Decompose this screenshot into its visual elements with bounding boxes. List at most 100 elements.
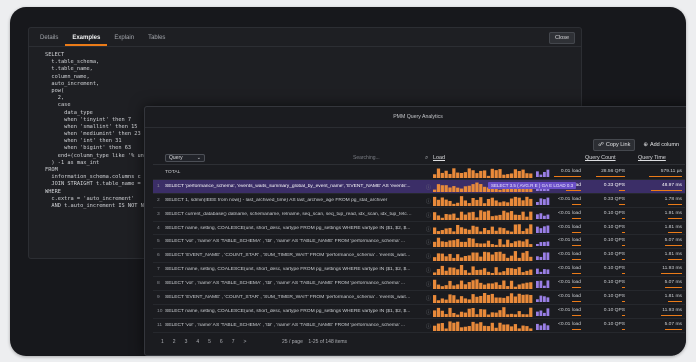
table-row[interactable]: 9 SELECT 'EVENT_NAME' , 'COUNT_STAR' , 'S… [153, 291, 685, 305]
load-column-header[interactable]: Load [433, 155, 445, 161]
table-row[interactable]: 10 SELECT name, setting, COALESCE(unit, s… [153, 305, 685, 319]
table-row[interactable]: 3 SELECT current_database() datname, sche… [153, 208, 685, 222]
spark-bar [440, 253, 444, 262]
mini-bar [539, 325, 543, 330]
mini-bar [539, 174, 543, 177]
mini-bar [539, 242, 543, 247]
spark-bar [475, 296, 479, 304]
spark-bar [433, 279, 437, 290]
tab-examples[interactable]: Examples [65, 35, 108, 46]
spark-bar [486, 210, 491, 220]
page-7-button[interactable]: 7 [232, 339, 235, 345]
table-row[interactable]: 7 SELECT name, setting, COALESCE(unit, sh… [153, 263, 685, 278]
table-row[interactable]: 5 SELECT 'vol' , 'name' AS 'TABLE_SCHEMA'… [153, 235, 685, 250]
load-distribution [536, 210, 550, 219]
spark-bar [479, 282, 483, 290]
mini-bar [539, 257, 543, 261]
spark-bar [486, 283, 491, 290]
total-row[interactable]: TOTAL 0.01 load 28.56 QPS 579.11 µs [153, 166, 685, 180]
page-1-button[interactable]: 1 [161, 339, 164, 345]
query-count-column-header[interactable]: Query Count [585, 155, 616, 161]
spark-bar [498, 272, 502, 276]
mini-bar [536, 268, 539, 275]
load-distribution [536, 293, 550, 303]
spark-bar [513, 214, 518, 220]
page-6-button[interactable]: 6 [220, 339, 223, 345]
page-5-button[interactable]: 5 [208, 339, 211, 345]
dimension-select[interactable]: Query ⌄ [165, 154, 205, 162]
tab-tables[interactable]: Tables [141, 35, 172, 46]
query-count-bar [621, 259, 625, 261]
info-icon: ⓘ [426, 199, 431, 205]
row-number: 6 [157, 253, 160, 259]
info-icon: ⓘ [426, 227, 431, 233]
next-page-button[interactable]: > [243, 339, 246, 345]
spark-bar [444, 313, 448, 317]
spark-bar [448, 173, 452, 178]
spark-bar [471, 211, 475, 220]
spark-bar [517, 267, 521, 276]
load-distribution [536, 279, 550, 289]
dimension-select-value: Query [169, 155, 183, 161]
spark-bar [521, 272, 525, 276]
search-input[interactable]: Searching... [353, 155, 433, 161]
spark-bar [475, 279, 479, 290]
load-tooltip: SELECT 3.5 ( AVG.R E ) GA E LOAD 0.3 [488, 181, 577, 189]
load-distribution [536, 265, 550, 275]
spark-bar [513, 286, 518, 290]
mini-bar [543, 198, 546, 205]
mini-bar [546, 252, 550, 261]
page-4-button[interactable]: 4 [196, 339, 199, 345]
query-count-bar [618, 203, 625, 205]
add-column-button[interactable]: ⊕ Add column [643, 139, 679, 151]
page-2-button[interactable]: 2 [173, 339, 176, 345]
load-bar [572, 231, 581, 233]
spark-bar [471, 266, 475, 276]
plus-circle-icon: ⊕ [643, 142, 648, 148]
spark-bar [433, 211, 437, 220]
query-table: TOTAL 0.01 load 28.56 QPS 579.11 µs 1 SELECT … [153, 166, 685, 333]
spark-bar [502, 254, 506, 262]
mini-bar [546, 280, 550, 289]
spark-bar [448, 281, 452, 290]
table-row[interactable]: 4 SELECT name, setting, COALESCE(unit, sh… [153, 222, 685, 236]
spark-bar [452, 168, 456, 178]
spark-bar [494, 245, 498, 248]
spark-bar [467, 212, 471, 220]
mini-bar [539, 295, 543, 303]
spark-bar [452, 285, 456, 290]
table-row[interactable]: 2 SELECT 1, sdmin(IEEE from now() - last_… [153, 194, 685, 208]
mini-bar [546, 269, 550, 275]
add-column-label: Add column [649, 142, 679, 148]
copy-link-button[interactable]: ☍ Copy Link [593, 139, 636, 151]
spark-bar [433, 325, 437, 331]
query-time-column-header[interactable]: Query Time [638, 155, 666, 161]
page-size-select[interactable]: 25 / page [282, 339, 303, 345]
load-bar [572, 273, 581, 275]
table-row[interactable]: 6 SELECT 'EVENT_NAME' , 'COUNT_STAR' , 'S… [153, 249, 685, 264]
spark-bar [483, 252, 487, 262]
spark-bar [444, 328, 448, 331]
spark-bar [448, 267, 452, 276]
spark-bar [440, 310, 444, 317]
spark-bar [509, 210, 514, 220]
spark-bar [459, 265, 464, 276]
spark-bar [509, 326, 514, 331]
spark-bar [506, 268, 510, 276]
table-row[interactable]: 11 SELECT 'vol' , 'name' AS 'TABLE_SCHEMA… [153, 319, 685, 333]
query-count-value: 28.56 QPS [601, 169, 625, 174]
load-value: 0.01 load [560, 169, 581, 174]
spark-bar [436, 215, 441, 220]
copy-link-label: Copy Link [605, 142, 631, 148]
page-3-button[interactable]: 3 [185, 339, 188, 345]
spark-bar [436, 184, 441, 192]
spark-bar [448, 254, 452, 262]
close-button[interactable]: Close [548, 32, 575, 44]
spark-bar [463, 270, 468, 276]
table-row[interactable]: 1 SELECT 'performance_schema', 'events_wa… [153, 179, 685, 194]
tab-explain[interactable]: Explain [107, 35, 141, 46]
tab-details[interactable]: Details [33, 35, 65, 46]
mini-bar [539, 198, 543, 205]
spark-bar [444, 170, 448, 178]
table-row[interactable]: 8 SELECT 'vol' , 'name' AS 'TABLE_SCHEMA'… [153, 277, 685, 292]
